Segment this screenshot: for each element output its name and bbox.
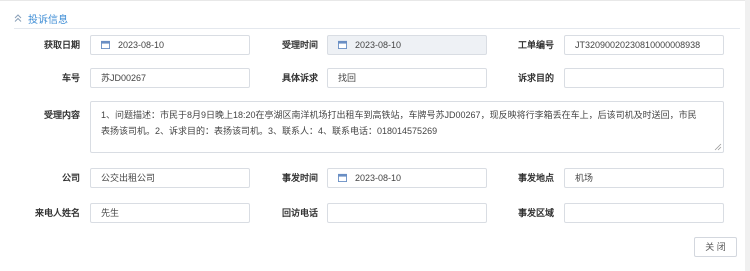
accept-content-label: 受理内容: [43, 110, 80, 120]
incident-time-label: 事发时间: [281, 173, 318, 183]
caller-name-value: 先生: [101, 208, 120, 218]
plate-no-field[interactable]: 苏JD00267: [90, 68, 250, 88]
incident-area-label: 事发区域: [517, 208, 554, 218]
accept-time-field[interactable]: 2023-08-10: [327, 35, 487, 55]
calendar-icon: [338, 173, 347, 182]
section-divider: [14, 28, 740, 29]
top-divider: [0, 0, 750, 1]
plate-no-label: 车号: [61, 73, 80, 83]
accept-content-textarea[interactable]: 1、问题描述：市民于8月9日晚上18:20在亭湖区南洋机场打出租车到高铁站，车牌…: [90, 101, 724, 153]
incident-place-field[interactable]: 机场: [564, 168, 724, 188]
specific-request-label: 具体诉求: [281, 73, 318, 83]
caller-name-label: 来电人姓名: [34, 208, 80, 218]
accept-content-line-1: 1、问题描述：市民于8月9日晚上18:20在亭湖区南洋机场打出租车到高铁站，车牌…: [101, 110, 697, 120]
calendar-icon: [101, 40, 110, 49]
accept-time-value: 2023-08-10: [355, 40, 402, 50]
company-field[interactable]: 公交出租公司: [90, 168, 250, 188]
callback-phone-label: 回访电话: [281, 208, 318, 218]
company-value: 公交出租公司: [101, 173, 156, 183]
specific-request-value: 找回: [338, 73, 357, 83]
incident-area-field[interactable]: [564, 203, 724, 223]
acquire-date-field[interactable]: 2023-08-10: [90, 35, 250, 55]
work-order-field[interactable]: JT32090020230810000008938: [564, 35, 724, 55]
plate-no-value: 苏JD00267: [101, 73, 147, 83]
complaint-purpose-label: 诉求目的: [517, 73, 554, 83]
callback-phone-field[interactable]: [327, 203, 487, 223]
caller-name-field[interactable]: 先生: [90, 203, 250, 223]
resize-handle-icon[interactable]: [714, 143, 722, 151]
acquire-date-label: 获取日期: [43, 40, 80, 50]
section-title: 投诉信息: [28, 14, 68, 26]
accept-content-line-2: 表扬该司机。2、诉求目的：表扬该司机。3、联系人：4、联系电话：01801457…: [101, 126, 438, 136]
complaint-purpose-field[interactable]: [564, 68, 724, 88]
incident-time-field[interactable]: 2023-08-10: [327, 168, 487, 188]
work-order-value: JT32090020230810000008938: [575, 40, 701, 50]
incident-place-label: 事发地点: [517, 173, 554, 183]
work-order-label: 工单编号: [517, 40, 554, 50]
acquire-date-value: 2023-08-10: [118, 40, 165, 50]
specific-request-field[interactable]: 找回: [327, 68, 487, 88]
close-button[interactable]: 关 闭: [694, 237, 737, 257]
accept-time-label: 受理时间: [281, 40, 318, 50]
calendar-icon: [338, 40, 347, 49]
section-header[interactable]: 投诉信息: [13, 10, 68, 26]
chevron-up-double-icon[interactable]: [13, 13, 23, 23]
company-label: 公司: [61, 173, 80, 183]
incident-place-value: 机场: [575, 173, 594, 183]
scrollbar[interactable]: [745, 0, 750, 271]
incident-time-value: 2023-08-10: [355, 173, 402, 183]
